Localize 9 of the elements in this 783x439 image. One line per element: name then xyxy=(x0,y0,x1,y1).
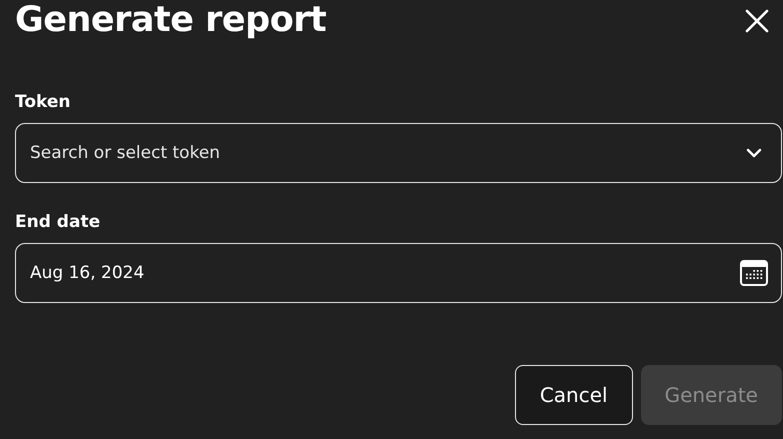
calendar-icon[interactable] xyxy=(740,260,768,286)
field-label: Token xyxy=(15,91,72,113)
cancel-button[interactable]: Cancel xyxy=(514,365,633,425)
close-icon[interactable] xyxy=(745,8,769,32)
dialog-title: Generate report xyxy=(15,0,326,42)
chevron-down-icon xyxy=(746,148,762,158)
token-select[interactable]: Search or select token xyxy=(15,123,782,183)
date-field[interactable]: Aug 16, 2024 xyxy=(15,243,782,303)
field-label: End date xyxy=(15,211,102,233)
